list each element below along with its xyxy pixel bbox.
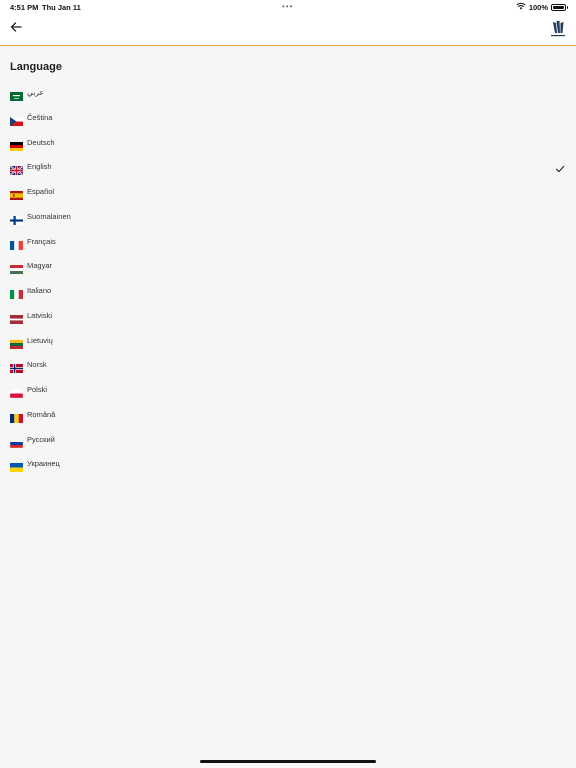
multitasking-dots[interactable]: ••• <box>282 2 293 11</box>
language-item-ukrainian[interactable]: Украинец <box>0 451 576 476</box>
language-label: Украинец <box>27 459 60 469</box>
finland-flag-icon <box>10 212 23 225</box>
language-label: Русский <box>27 434 55 444</box>
romania-flag-icon <box>10 410 23 423</box>
language-item-lithuanian[interactable]: Lietuvių <box>0 328 576 353</box>
language-label: Français <box>27 236 56 246</box>
checkmark-icon <box>555 161 565 173</box>
spain-flag-icon <box>10 187 23 200</box>
italy-flag-icon <box>10 286 23 299</box>
france-flag-icon <box>10 237 23 250</box>
language-item-polish[interactable]: Polski <box>0 377 576 402</box>
language-item-romanian[interactable]: Română <box>0 402 576 427</box>
norway-flag-icon <box>10 360 23 374</box>
battery-percent: 100% <box>528 2 548 12</box>
language-item-latvian[interactable]: Latviski <box>0 303 576 328</box>
back-button[interactable] <box>8 21 24 37</box>
language-label: عربي <box>27 88 44 97</box>
language-item-russian[interactable]: Русский <box>0 427 576 452</box>
page-title: Language <box>10 61 62 73</box>
poland-flag-icon <box>9 385 24 399</box>
language-label: English <box>27 162 52 172</box>
status-time: 4:51 PM <box>10 3 39 12</box>
russia-flag-icon <box>9 435 24 448</box>
language-label: Español <box>27 187 55 196</box>
status-bar: 4:51 PM Thu Jan 11 ••• 100% <box>0 0 576 14</box>
app-logo-icon <box>550 18 566 40</box>
language-label: Lietuvių <box>27 335 53 345</box>
language-item-norwegian[interactable]: Norsk <box>0 352 576 377</box>
language-item-spanish[interactable]: Español <box>0 179 576 204</box>
battery-icon <box>551 3 568 11</box>
ukraine-flag-icon <box>10 459 23 473</box>
czech-flag-icon <box>10 113 23 126</box>
language-label: Suomalainen <box>27 211 71 221</box>
navigation-bar <box>0 14 576 46</box>
language-label: Italiano <box>27 286 52 295</box>
lithuania-flag-icon <box>10 336 23 349</box>
language-item-arabic[interactable]: عربي <box>0 80 576 105</box>
germany-flag-icon <box>10 138 23 151</box>
language-item-czech[interactable]: Čeština <box>0 105 576 130</box>
home-indicator[interactable] <box>200 760 376 763</box>
wifi-icon <box>516 2 526 12</box>
language-item-hungarian[interactable]: Magyar <box>0 253 576 278</box>
language-label: Polski <box>27 385 48 394</box>
language-label: Čeština <box>27 112 53 122</box>
language-label: Română <box>27 409 56 419</box>
language-label: Magyar <box>27 261 53 271</box>
status-date: Thu Jan 11 <box>42 3 81 12</box>
language-item-german[interactable]: Deutsch <box>0 130 576 155</box>
saudi-arabia-flag-icon <box>10 88 23 101</box>
language-item-french[interactable]: Français <box>0 229 576 254</box>
screen: 4:51 PM Thu Jan 11 ••• 100% Language عرب… <box>0 0 576 768</box>
status-right: 100% <box>516 2 568 12</box>
language-label: Latviski <box>27 310 53 320</box>
arrow-left-icon <box>10 20 22 38</box>
language-label: Deutsch <box>27 137 55 147</box>
language-item-italian[interactable]: Italiano <box>0 278 576 303</box>
latvia-flag-icon <box>10 311 23 324</box>
language-item-finnish[interactable]: Suomalainen <box>0 204 576 229</box>
language-label: Norsk <box>27 360 47 370</box>
uk-flag-icon <box>9 162 24 176</box>
language-item-english[interactable]: English <box>0 154 576 179</box>
hungary-flag-icon <box>10 261 23 275</box>
language-list: عربي Čeština Deutsch English Español Suo… <box>0 80 576 476</box>
